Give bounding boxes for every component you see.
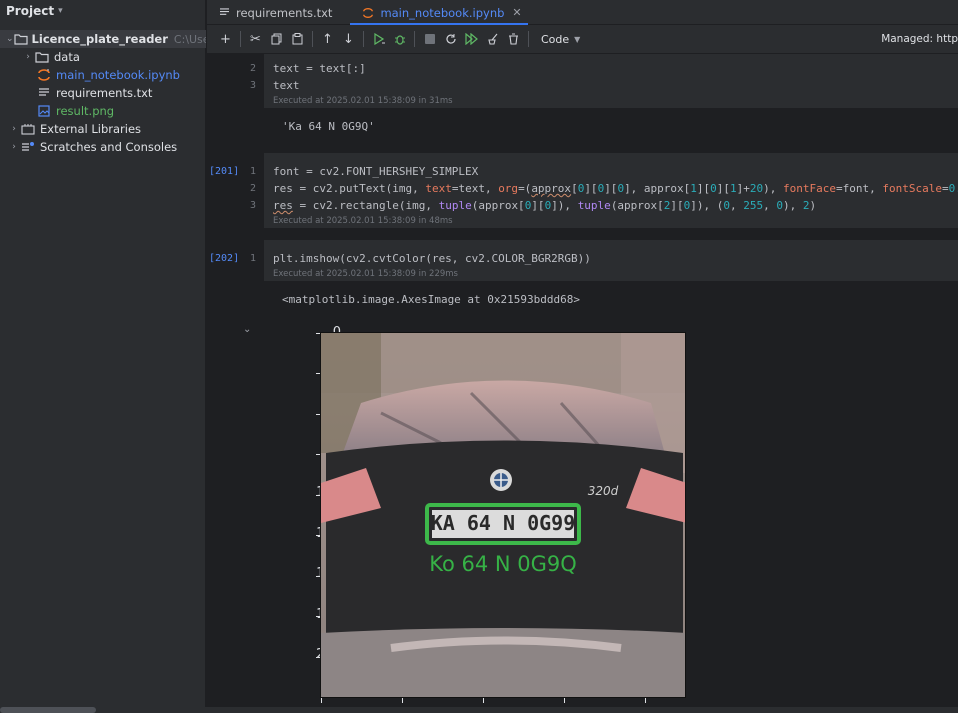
- cell-output: 'Ka 64 N 0G9Q': [282, 120, 375, 133]
- matplotlib-plot: 0 25 50 75 100 125 150 175 200: [277, 325, 697, 706]
- horizontal-scrollbar[interactable]: [0, 707, 958, 713]
- code-line[interactable]: res = cv2.putText(img, text=text, org=(a…: [273, 182, 958, 195]
- project-title: Project: [6, 4, 55, 18]
- library-icon: [20, 122, 36, 136]
- tree-item-data[interactable]: › data: [0, 48, 206, 66]
- stop-icon[interactable]: [419, 29, 440, 50]
- tree-item-result[interactable]: result.png: [0, 102, 206, 120]
- cell-type-select[interactable]: Code ▼: [541, 33, 580, 46]
- clear-outputs-icon[interactable]: [482, 29, 503, 50]
- x-tick-mark: [402, 698, 403, 703]
- cell-type-label: Code: [541, 32, 570, 46]
- jupyter-icon: [362, 7, 374, 19]
- chevron-right-icon[interactable]: ›: [8, 124, 20, 134]
- execution-meta: Executed at 2025.02.01 15:38:09 in 31ms: [273, 96, 453, 106]
- notebook-toolbar: + ✂ ↑ ↓ Code ▼ Managed: http: [207, 25, 958, 54]
- collapse-output-icon[interactable]: ⌄: [243, 324, 251, 335]
- project-panel-header[interactable]: Project ▾: [0, 0, 205, 22]
- code-line[interactable]: text: [273, 79, 300, 92]
- cell-output: <matplotlib.image.AxesImage at 0x21593bd…: [282, 293, 581, 306]
- root-folder-name: Licence_plate_reader: [31, 32, 168, 46]
- car-image: KA 64 N 0G99 Ko 64 N 0G9Q 320d: [320, 332, 686, 698]
- add-cell-icon[interactable]: +: [215, 29, 236, 50]
- project-panel: Project ▾ ⌄ Licence_plate_reader C:\User…: [0, 0, 206, 707]
- execution-count: [201]: [209, 166, 240, 177]
- x-tick-mark: [564, 698, 565, 703]
- plate-text: KA 64 N 0G99: [431, 511, 576, 535]
- text-file-icon: [219, 8, 230, 17]
- jupyter-icon: [36, 68, 52, 82]
- line-number: 2: [249, 183, 256, 194]
- line-number: 3: [249, 200, 256, 211]
- scrollbar-thumb[interactable]: [0, 707, 96, 713]
- execution-count: [202]: [209, 253, 240, 264]
- x-tick-mark: [645, 698, 646, 703]
- tab-main-notebook[interactable]: main_notebook.ipynb ✕: [344, 0, 533, 25]
- managed-server-status[interactable]: Managed: http: [881, 25, 958, 54]
- delete-cell-icon[interactable]: [503, 29, 524, 50]
- chevron-right-icon[interactable]: ›: [22, 52, 34, 62]
- folder-icon: [13, 32, 28, 46]
- text-file-icon: [36, 86, 52, 100]
- chevron-down-icon[interactable]: ▾: [58, 6, 63, 16]
- run-cell-icon[interactable]: [368, 29, 389, 50]
- tree-item-notebook[interactable]: main_notebook.ipynb: [0, 66, 206, 84]
- root-folder-path: C:\Users\ar: [173, 32, 206, 46]
- tree-item-scratches[interactable]: › Scratches and Consoles: [0, 138, 206, 156]
- chevron-right-icon[interactable]: ›: [8, 142, 20, 152]
- execution-meta: Executed at 2025.02.01 15:38:09 in 229ms: [273, 269, 458, 279]
- tree-item-requirements[interactable]: requirements.txt: [0, 84, 206, 102]
- tree-item-label: result.png: [56, 104, 115, 118]
- code-line[interactable]: font = cv2.FONT_HERSHEY_SIMPLEX: [273, 165, 478, 178]
- move-down-icon[interactable]: ↓: [338, 29, 359, 50]
- tab-label: main_notebook.ipynb: [380, 5, 505, 20]
- tree-item-label: External Libraries: [40, 122, 142, 136]
- x-tick-mark: [483, 698, 484, 703]
- debug-cell-icon[interactable]: [389, 29, 410, 50]
- image-file-icon: [36, 104, 52, 118]
- folder-icon: [34, 50, 50, 64]
- line-number: 2: [249, 63, 256, 74]
- chevron-down-icon: ▼: [574, 34, 581, 44]
- move-up-icon[interactable]: ↑: [317, 29, 338, 50]
- tree-item-label: main_notebook.ipynb: [56, 68, 180, 82]
- tree-root[interactable]: ⌄ Licence_plate_reader C:\Users\ar: [0, 30, 206, 48]
- notebook-editor: 2 3 text = text[:] text Executed at 2025…: [207, 54, 958, 707]
- tab-requirements[interactable]: requirements.txt: [207, 0, 344, 25]
- model-badge: 320d: [588, 484, 619, 498]
- code-line[interactable]: text = text[:]: [273, 62, 366, 75]
- tab-label: requirements.txt: [236, 5, 333, 20]
- scratches-icon: [20, 140, 36, 154]
- execution-meta: Executed at 2025.02.01 15:38:09 in 48ms: [273, 216, 453, 226]
- tree-item-label: data: [54, 50, 80, 64]
- code-line[interactable]: plt.imshow(cv2.cvtColor(res, cv2.COLOR_B…: [273, 252, 591, 265]
- line-number: 1: [249, 253, 256, 264]
- close-icon[interactable]: ✕: [512, 6, 521, 19]
- paste-icon[interactable]: [287, 29, 308, 50]
- line-number: 1: [249, 166, 256, 177]
- code-line[interactable]: res = cv2.rectangle(img, tuple(approx[0]…: [273, 199, 816, 212]
- tree-item-external-libraries[interactable]: › External Libraries: [0, 120, 206, 138]
- editor-tabs: requirements.txt main_notebook.ipynb ✕: [207, 0, 958, 25]
- copy-icon[interactable]: [266, 29, 287, 50]
- tree-item-label: Scratches and Consoles: [40, 140, 178, 154]
- cut-icon[interactable]: ✂: [245, 29, 266, 50]
- restart-kernel-icon[interactable]: [440, 29, 461, 50]
- x-tick-mark: [321, 698, 322, 703]
- overlay-text: Ko 64 N 0G9Q: [429, 552, 577, 576]
- chevron-down-icon[interactable]: ⌄: [6, 34, 14, 44]
- run-all-icon[interactable]: [461, 29, 482, 50]
- tree-item-label: requirements.txt: [56, 86, 153, 100]
- line-number: 3: [249, 80, 256, 91]
